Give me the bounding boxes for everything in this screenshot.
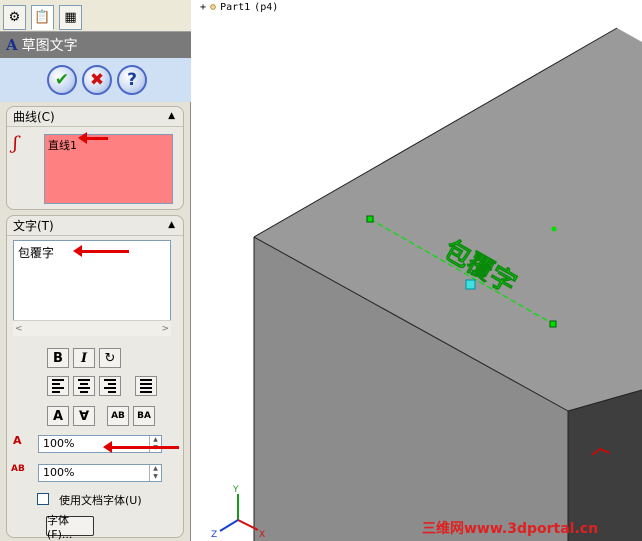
property-manager-icon: 📋 — [34, 10, 51, 25]
configuration-manager-icon: ▦ — [64, 10, 77, 25]
checkmark-icon: ✔ — [54, 70, 70, 90]
panel-title: A 草图文字 — [0, 32, 191, 58]
italic-button[interactable]: I — [73, 348, 95, 368]
text-group-header[interactable]: 文字(T) ▲ — [7, 216, 183, 236]
close-icon: ✖ — [89, 70, 105, 90]
flip-backwards-button[interactable]: BA — [133, 406, 155, 426]
y-axis-label: Y — [232, 485, 239, 495]
collapse-icon[interactable]: ▲ — [168, 220, 175, 230]
help-icon: ? — [127, 70, 137, 90]
width-factor-input[interactable]: 100% ▲▼ — [38, 435, 162, 453]
width-factor-spinner[interactable]: ▲▼ — [149, 436, 161, 452]
bold-button[interactable]: B — [47, 348, 69, 368]
property-manager-tab[interactable]: 📋 — [31, 5, 54, 30]
graphics-area[interactable]: + ⚙ Part1 (p4) 包覆字 Y X Z 三维网www.3dportal… — [192, 0, 642, 541]
curve-icon: ʃ — [13, 133, 18, 154]
action-bar: ✔ ✖ ? — [0, 58, 191, 102]
spin-up-icon[interactable]: ▲ — [153, 465, 158, 473]
justify-icon — [140, 379, 152, 393]
ok-button[interactable]: ✔ — [47, 65, 77, 95]
font-button[interactable]: 字体(F)... — [46, 514, 94, 541]
flip-vertical-button[interactable]: A — [47, 406, 69, 426]
rotate-button[interactable]: ↻ — [99, 348, 121, 368]
curves-group-header[interactable]: 曲线(C) ▲ — [7, 107, 183, 127]
text-group-title: 文字(T) — [13, 219, 54, 233]
help-button[interactable]: ? — [117, 65, 147, 95]
text-group: 文字(T) ▲ 包覆字 < > B I ↻ A ∀ AB BA A 100% ▲… — [6, 215, 184, 538]
spacing-input[interactable]: 100% ▲ ▼ — [38, 464, 162, 482]
panel-title-text: 草图文字 — [21, 38, 78, 54]
scroll-left-icon[interactable]: < — [15, 324, 23, 334]
text-horizontal-scrollbar[interactable]: < > — [13, 320, 171, 336]
x-axis-label: X — [259, 530, 265, 540]
watermark: 三维网www.3dportal.cn — [422, 521, 599, 537]
model-viewport[interactable]: 包覆字 Y X Z — [192, 0, 642, 541]
sketch-text-icon: A — [6, 36, 18, 54]
annotation-arrow — [78, 132, 108, 144]
annotation-arrow — [73, 245, 129, 257]
use-document-font-label: 使用文档字体(U) — [59, 494, 142, 507]
flip-upside-down-button[interactable]: ∀ — [73, 406, 95, 426]
spacing-value: 100% — [43, 466, 75, 479]
width-factor-value: 100% — [43, 437, 75, 450]
align-center-button[interactable] — [73, 376, 95, 396]
curves-group-title: 曲线(C) — [13, 110, 55, 124]
scroll-right-icon[interactable]: > — [161, 324, 169, 334]
curves-group: 曲线(C) ▲ ʃ 直线1 — [6, 106, 184, 210]
align-right-button[interactable] — [99, 376, 121, 396]
align-center-icon — [78, 379, 90, 393]
sketch-point[interactable] — [551, 226, 557, 232]
width-factor-icon: A — [13, 434, 22, 447]
z-axis-label: Z — [211, 530, 217, 540]
align-left-icon — [52, 379, 64, 393]
line-endpoint[interactable] — [366, 215, 374, 223]
sketch-text-value: 包覆字 — [18, 246, 55, 260]
manager-tabs: ⚙ 📋 ▦ — [0, 0, 191, 32]
spin-up-icon[interactable]: ▲ — [153, 436, 158, 444]
cancel-button[interactable]: ✖ — [82, 65, 112, 95]
collapse-icon[interactable]: ▲ — [168, 111, 175, 121]
justify-button[interactable] — [135, 376, 157, 396]
curves-selection-box[interactable]: 直线1 — [44, 134, 173, 204]
list-item[interactable]: 直线1 — [48, 137, 169, 153]
annotation-arrow — [103, 441, 179, 453]
configuration-manager-tab[interactable]: ▦ — [59, 5, 82, 30]
line-endpoint[interactable] — [549, 320, 557, 328]
align-right-icon — [104, 379, 116, 393]
feature-manager-icon: ⚙ — [8, 10, 21, 25]
spacing-spinner[interactable]: ▲ ▼ — [149, 465, 161, 481]
flip-horizontal-button[interactable]: AB — [107, 406, 129, 426]
align-left-button[interactable] — [47, 376, 69, 396]
spin-down-icon[interactable]: ▼ — [153, 473, 158, 481]
rotate-icon: ↻ — [104, 350, 116, 366]
property-manager-panel: ⚙ 📋 ▦ A 草图文字 ✔ ✖ ? 曲线(C) ▲ ʃ 直线1 文字(T) ▲… — [0, 0, 191, 541]
use-document-font-checkbox[interactable] — [37, 493, 49, 505]
feature-manager-tab[interactable]: ⚙ — [3, 5, 26, 30]
spacing-icon: AB — [11, 464, 25, 474]
z-axis-line — [219, 519, 239, 532]
